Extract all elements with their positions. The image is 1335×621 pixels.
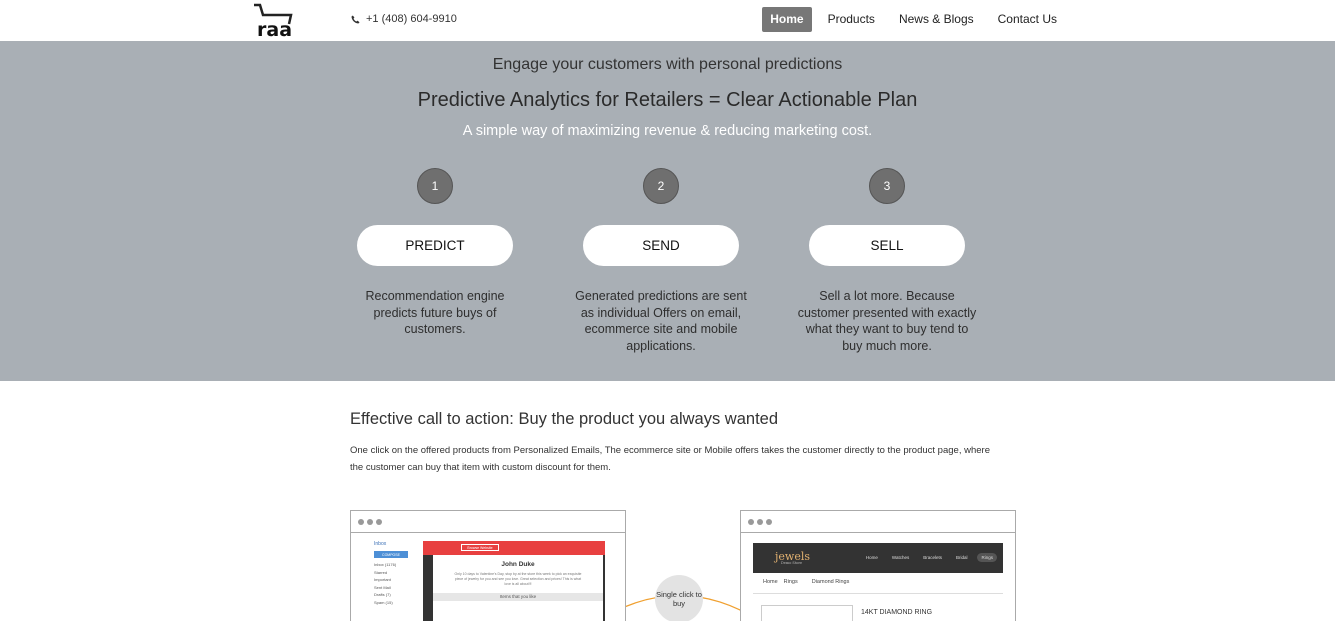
email-folder: Sent Mail [374,584,391,590]
connector-arc [597,594,761,621]
email-folder: Spam (15) [374,599,393,605]
divider [753,593,1003,594]
breadcrumb-item: Home [763,579,778,585]
single-click-badge: Single click to buy [655,575,703,621]
shop-nav-item: Bracelets [923,555,942,560]
email-items-header: Items that you like [433,593,603,601]
email-screen: Inbox COMPOSE Inbox (1176) Starred Impor… [351,533,625,621]
window-dot-icon [376,518,382,525]
breadcrumb-section: Diamond Rings [811,579,850,585]
shop-screen: jewels Demo Store Home Watches Bracelets… [753,543,1003,621]
email-card: John Duke Only 10 days to Valentine's Da… [433,555,603,621]
shop-logo: jewels Demo Store [775,550,810,565]
window-dot-icon [748,518,754,525]
shop-nav-item: Bridal [955,555,968,560]
window-dot-icon [757,518,763,525]
email-folder: Inbox (1176) [374,562,397,567]
shop-breadcrumb: Home Rings Diamond Rings [763,579,849,585]
shop-nav-item-active: Rings [977,553,997,562]
email-inbox-label: Inbox [374,541,387,547]
window-titlebar [351,511,625,533]
shop-nav-item: Home [865,555,878,560]
product-title: 14KT DIAMOND RING [861,609,933,616]
email-folder: Important [374,577,391,582]
shop-navbar: jewels Demo Store Home Watches Bracelets… [753,543,1003,573]
email-body: Only 10 days to Valentine's Day, stop by… [454,572,582,586]
email-banner [423,541,605,555]
email-message: Browse Website John Duke Only 10 days to… [423,541,605,621]
email-sidebar: Inbox COMPOSE Inbox (1176) Starred Impor… [374,541,414,607]
shop-mockup-window: jewels Demo Store Home Watches Bracelets… [740,510,1016,621]
window-dot-icon [367,518,373,525]
product-image [761,605,853,621]
email-folder: Drafts (7) [374,592,391,597]
window-dot-icon [358,518,364,525]
window-titlebar [741,511,1015,533]
email-compose-button: COMPOSE [374,551,408,558]
email-mockup-window: Inbox COMPOSE Inbox (1176) Starred Impor… [350,510,626,621]
breadcrumb-item: Rings [783,579,798,585]
email-recipient: John Duke [501,561,535,568]
shop-nav-item: Watches [891,555,910,560]
window-dot-icon [766,518,772,525]
shop-nav-links: Home Watches Bracelets Bridal Rings [862,553,997,562]
email-browse-button: Browse Website [461,544,499,551]
email-folder: Starred [374,569,388,575]
